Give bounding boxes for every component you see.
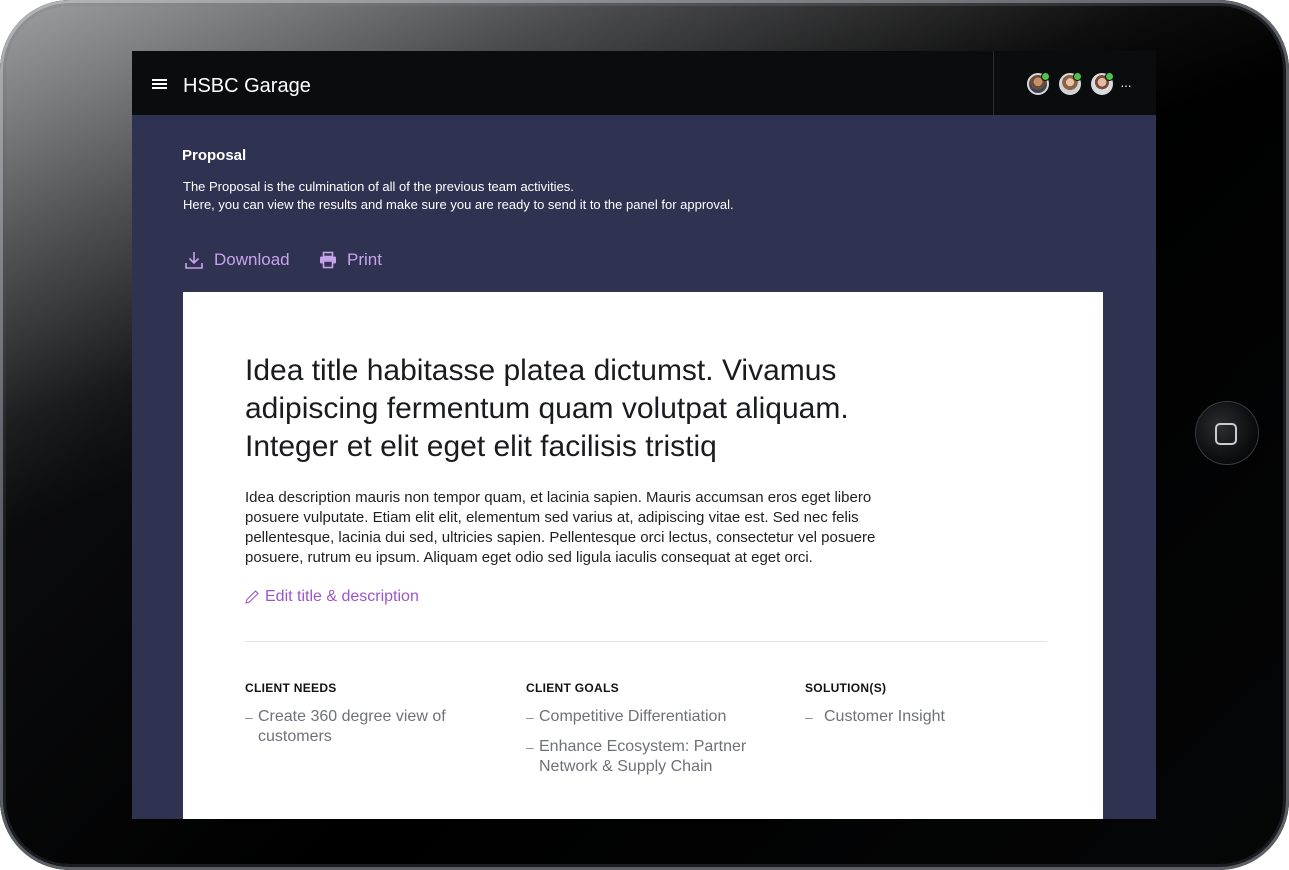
divider [245, 641, 1047, 642]
more-options-icon[interactable]: ··· [1120, 77, 1132, 93]
idea-description: Idea description mauris non tempor quam,… [245, 489, 876, 566]
print-button[interactable]: Print [319, 247, 382, 273]
column-heading: CLIENT GOALS [526, 681, 619, 695]
column-heading: SOLUTION(S) [805, 681, 887, 695]
print-label: Print [347, 250, 382, 269]
list-item: – Enhance Ecosystem: Partner Network & S… [526, 737, 766, 777]
dash-icon: – [526, 739, 534, 755]
online-status-icon [1073, 72, 1082, 81]
list-item: – Customer Insight [805, 707, 1045, 727]
column-heading: CLIENT NEEDS [245, 681, 337, 695]
download-icon [185, 252, 203, 269]
dash-icon: – [805, 709, 813, 725]
home-square-icon [1215, 423, 1237, 445]
list-item: – Competitive Differentiation [526, 707, 766, 727]
dash-icon: – [526, 709, 534, 725]
avatar[interactable] [1059, 72, 1082, 95]
download-button[interactable]: Download [184, 247, 290, 273]
topbar-divider [993, 51, 994, 115]
app-title: HSBC Garage [183, 75, 311, 97]
app-screen: HSBC Garage ··· Proposal The Proposal is… [132, 51, 1156, 819]
edit-label: Edit title & description [265, 588, 419, 605]
list-item-text: Competitive Differentiation [539, 708, 727, 725]
intro-line: The Proposal is the culmination of all o… [183, 179, 574, 194]
page-intro: The Proposal is the culmination of all o… [183, 178, 734, 214]
edit-title-description-link[interactable]: Edit title & description [245, 588, 419, 606]
client-needs-column: CLIENT NEEDS – Create 360 degree view of… [245, 681, 475, 757]
intro-line: Here, you can view the results and make … [183, 197, 734, 212]
avatar[interactable] [1027, 72, 1050, 95]
proposal-card: Idea title habitasse platea dictumst. Vi… [183, 292, 1103, 819]
avatar[interactable] [1091, 72, 1114, 95]
list-item-text: Enhance Ecosystem: Partner Network & Sup… [539, 738, 747, 775]
printer-icon [320, 251, 336, 269]
dash-icon: – [245, 709, 253, 725]
online-status-icon [1105, 72, 1114, 81]
list-item-text: Create 360 degree view of customers [258, 708, 446, 745]
tablet-device-frame: HSBC Garage ··· Proposal The Proposal is… [0, 0, 1289, 870]
list-item: – Create 360 degree view of customers [245, 707, 475, 747]
online-status-icon [1041, 72, 1050, 81]
pencil-icon [245, 590, 259, 604]
client-goals-column: CLIENT GOALS – Competitive Differentiati… [526, 681, 766, 787]
top-bar: HSBC Garage ··· [132, 51, 1156, 115]
page-title: Proposal [182, 147, 247, 164]
list-item-text: Customer Insight [824, 708, 945, 725]
idea-title: Idea title habitasse platea dictumst. Vi… [245, 354, 849, 463]
solutions-column: SOLUTION(S) – Customer Insight [805, 681, 1045, 737]
download-label: Download [214, 250, 290, 269]
hamburger-menu-icon[interactable] [152, 79, 167, 89]
